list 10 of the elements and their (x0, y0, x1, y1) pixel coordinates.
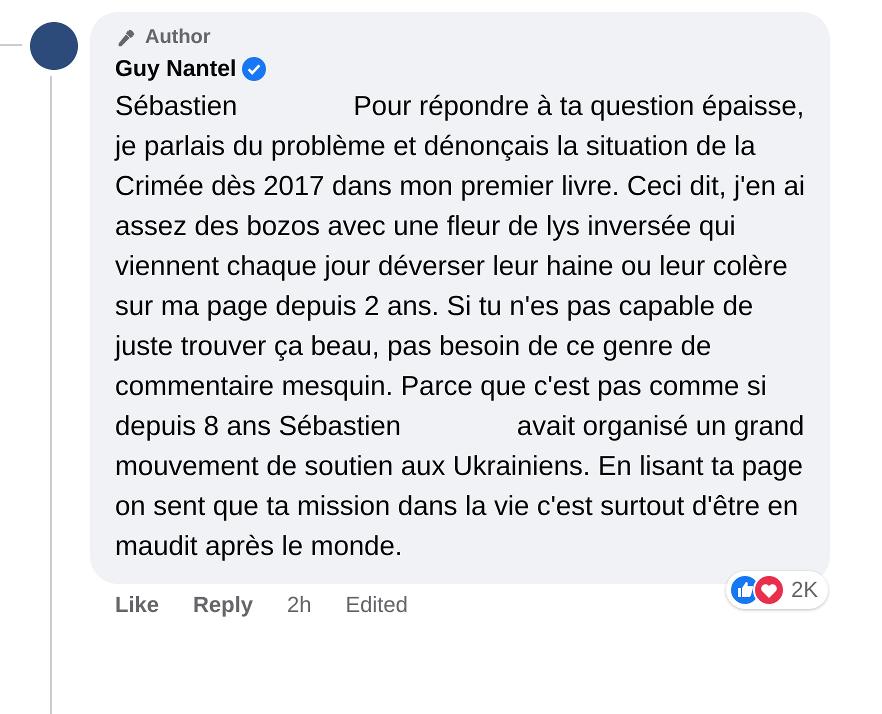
avatar[interactable] (30, 22, 78, 70)
edited-label[interactable]: Edited (345, 592, 408, 618)
comment-action-link[interactable]: Reply (193, 592, 253, 618)
comment-action-link[interactable]: Like (115, 592, 160, 618)
reaction-count[interactable]: 2K (726, 571, 828, 609)
author-label: Author (145, 26, 211, 49)
author-name[interactable]: Guy Nantel (115, 55, 236, 82)
comment-text: Sébastien Pour répondre à ta question épaisse, je parlais du problème et dénonçais la situation de la Crimée dès 2017 dans mon premier livre. Ceci dit, j'en ai assez des bozos avec une fleur de lys inversée qui viennent chaque jour déverser leur haine ou leur colère sur ma page depuis 2 ans. Si tu n'es pas capable de juste trouver ça beau, pas besoin de ce genre de commentaire mesquin. Parce que c'est pas comme si depuis 8 ans Sébastien avait organisé un grand mouvement de soutien aux Ukrainiens. En lisant ta page on sent que ta mission dans la vie c'est surtout d'être en maudit après le monde. (115, 89, 806, 563)
love-reaction-icon (753, 574, 786, 606)
timestamp[interactable]: 2h (286, 592, 312, 618)
